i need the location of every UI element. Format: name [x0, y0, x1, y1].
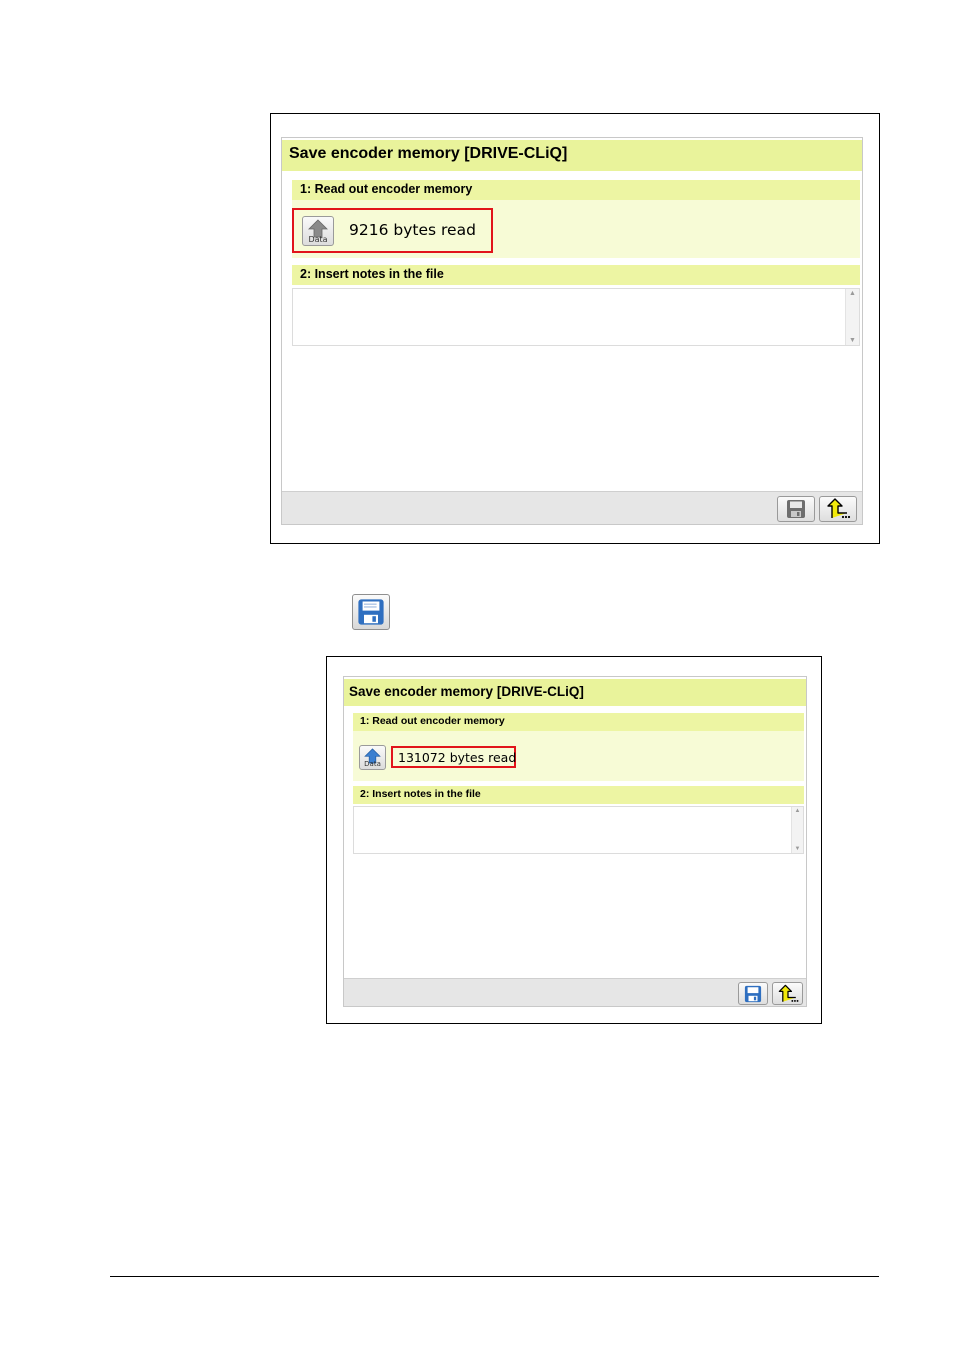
upload-button[interactable]	[819, 496, 857, 522]
upload-arrow-icon	[778, 984, 799, 1002]
dialog-panel: Save encoder memory [DRIVE-CLiQ] 1: Read…	[343, 676, 807, 1007]
page-footer-rule	[110, 1276, 879, 1277]
dialog-footer	[282, 491, 862, 524]
status-highlight-box: 131072 bytes read	[391, 746, 516, 768]
upload-arrow-icon	[827, 498, 851, 519]
section-notes-header: 2: Insert notes in the file	[292, 265, 860, 285]
dialog-title: Save encoder memory [DRIVE-CLiQ]	[344, 679, 806, 706]
status-highlight-box: Data 9216 bytes read	[292, 208, 493, 253]
data-button-label: Data	[308, 235, 328, 244]
bytes-read-status: 131072 bytes read	[398, 750, 517, 765]
save-button[interactable]	[738, 982, 768, 1005]
save-button-icon-illustration	[352, 594, 390, 630]
scroll-up-arrow-icon[interactable]: ▲	[846, 290, 859, 297]
read-data-button[interactable]: Data	[359, 745, 386, 770]
notes-scrollbar[interactable]: ▲ ▼	[845, 289, 859, 345]
notes-textarea[interactable]: ▲ ▼	[353, 806, 804, 854]
floppy-disk-icon	[787, 500, 805, 518]
section-read-out-header: 1: Read out encoder memory	[292, 180, 860, 200]
section-read-out-header: 1: Read out encoder memory	[353, 713, 804, 731]
section-notes-header: 2: Insert notes in the file	[353, 786, 804, 804]
read-out-area: Data 131072 bytes read	[353, 731, 804, 781]
scroll-down-arrow-icon[interactable]: ▼	[846, 337, 859, 344]
floppy-disk-icon	[744, 985, 762, 1003]
scroll-down-arrow-icon[interactable]: ▼	[792, 846, 803, 852]
screenshot-frame-1: Save encoder memory [DRIVE-CLiQ] 1: Read…	[270, 113, 880, 544]
read-data-button[interactable]: Data	[302, 216, 334, 246]
data-button-label: Data	[364, 760, 381, 768]
scroll-up-arrow-icon[interactable]: ▲	[792, 808, 803, 814]
floppy-disk-icon	[358, 599, 384, 625]
notes-textarea[interactable]: ▲ ▼	[292, 288, 860, 346]
dialog-panel: Save encoder memory [DRIVE-CLiQ] 1: Read…	[281, 137, 863, 525]
notes-scrollbar[interactable]: ▲ ▼	[791, 807, 803, 853]
bytes-read-status: 9216 bytes read	[349, 221, 476, 239]
save-button[interactable]	[777, 496, 815, 522]
read-out-area: Data 9216 bytes read	[292, 200, 860, 258]
dialog-footer	[344, 978, 806, 1006]
screenshot-frame-2: Save encoder memory [DRIVE-CLiQ] 1: Read…	[326, 656, 822, 1024]
upload-button[interactable]	[772, 982, 803, 1005]
dialog-title: Save encoder memory [DRIVE-CLiQ]	[282, 140, 862, 171]
